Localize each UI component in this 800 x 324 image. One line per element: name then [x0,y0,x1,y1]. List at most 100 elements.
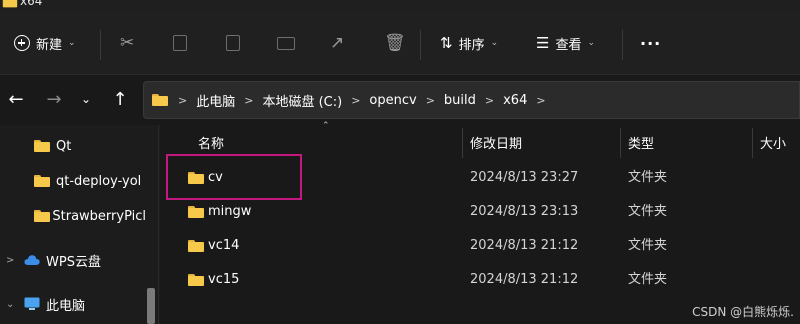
column-header-size[interactable]: 大小 [760,125,786,159]
file-name: mingw [208,204,252,219]
breadcrumb-opencv[interactable]: opencv [369,93,416,108]
sidebar-item-label: qt-deploy-yol [56,173,142,189]
trash-icon: 🗑 [384,33,406,53]
watermark: CSDN @白熊烁烁. [692,305,794,319]
file-type: 文件夹 [628,204,668,219]
column-header-type[interactable]: 类型 [628,125,654,159]
sidebar-item-label: WPS云盘 [46,254,101,270]
folder-icon [152,94,168,106]
command-bar: 新建 ⌄ ✂ ↗ 🗑 ⇅ 排序 ⌄ ☰ 查看 ⌄ ··· [0,12,800,75]
breadcrumb-build[interactable]: build [444,93,476,108]
file-date: 2024/8/13 21:12 [470,238,579,253]
cut-button[interactable]: ✂ [120,12,134,74]
file-type: 文件夹 [628,272,668,287]
folder-icon [2,0,18,8]
arrow-right-icon: → [46,88,62,110]
scissors-icon: ✂ [120,33,135,53]
breadcrumb-separator: > [536,93,546,107]
file-type: 文件夹 [628,238,668,253]
column-divider[interactable] [462,128,463,158]
sidebar-item-strawberry[interactable]: StrawberryPicl [0,201,146,231]
pane-divider[interactable] [158,125,159,324]
sidebar-item-wps-cloud[interactable]: > WPS云盘 [0,245,146,275]
column-divider[interactable] [752,128,753,158]
paste-button[interactable] [226,12,240,74]
toolbar-divider [100,30,101,60]
column-divider[interactable] [620,128,621,158]
recent-locations-button[interactable]: ⌄ [72,85,100,113]
column-header-label: 修改日期 [470,136,523,152]
annotation-highlight-box [166,154,302,200]
folder-icon [34,175,50,187]
toolbar-divider [420,30,421,60]
column-header-label: 大小 [760,136,787,152]
chevron-right-icon[interactable]: > [6,255,14,266]
breadcrumb-x64[interactable]: x64 [503,93,527,108]
chevron-down-icon[interactable]: ⌄ [6,299,14,310]
sidebar-item-this-pc[interactable]: ⌄ 此电脑 [0,289,146,319]
copy-button[interactable] [173,12,187,74]
rename-button[interactable] [277,12,295,74]
view-button[interactable]: ☰ 查看 ⌄ [536,12,595,74]
sidebar-item-qt-deploy[interactable]: qt-deploy-yol [0,166,146,196]
share-icon: ↗ [330,33,345,53]
column-header-label: 名称 [198,136,225,152]
computer-icon [24,297,40,310]
breadcrumb-local-disk[interactable]: 本地磁盘 (C:) [262,91,342,110]
sidebar-item-label: StrawberryPicl [52,208,146,224]
view-label: 查看 [555,37,582,53]
back-button[interactable]: ← [2,85,30,113]
new-button[interactable]: 新建 ⌄ [14,12,76,74]
sort-label: 排序 [458,37,485,53]
breadcrumb-separator: > [351,93,361,107]
view-icon: ☰ [536,34,550,52]
sidebar-item-qt[interactable]: Qt [0,131,146,161]
column-header-date[interactable]: 修改日期 [470,125,522,159]
file-row-vc14[interactable]: vc14 2024/8/13 21:12 文件夹 [160,229,800,263]
delete-button[interactable]: 🗑 [384,12,406,74]
column-header-label: 类型 [628,136,655,152]
more-button[interactable]: ··· [640,12,661,74]
file-date: 2024/8/13 21:12 [470,272,579,287]
window-title: x64 [20,0,43,8]
chevron-down-icon: ⌄ [68,38,76,48]
file-row-vc15[interactable]: vc15 2024/8/13 21:12 文件夹 [160,263,800,297]
chevron-down-icon: ⌄ [80,92,92,106]
more-icon: ··· [640,33,662,53]
copy-icon [173,35,187,51]
folder-icon [188,206,204,218]
folder-icon [34,210,51,222]
forward-button[interactable]: → [40,85,68,113]
cloud-icon [24,255,40,265]
address-bar[interactable]: > 此电脑 > 本地磁盘 (C:) > opencv > build > x64… [143,81,800,119]
share-button[interactable]: ↗ [330,12,344,74]
file-row-mingw[interactable]: mingw 2024/8/13 23:13 文件夹 [160,195,800,229]
sidebar-item-label: Qt [56,138,72,154]
sidebar-scrollbar-thumb[interactable] [147,288,155,324]
up-button[interactable]: ↑ [106,85,134,113]
folder-icon [188,274,204,286]
sort-button[interactable]: ⇅ 排序 ⌄ [440,12,498,74]
chevron-down-icon: ⌄ [490,38,499,48]
file-type: 文件夹 [628,170,668,185]
file-date: 2024/8/13 23:27 [470,170,579,185]
new-label: 新建 [36,37,63,53]
sidebar-item-label: 此电脑 [46,298,86,314]
arrow-up-icon: ↑ [112,88,128,110]
file-date: 2024/8/13 23:13 [470,204,579,219]
sort-icon: ⇅ [440,34,453,52]
rename-icon [277,36,295,50]
sort-ascending-icon: ⌃ [322,121,330,131]
clipboard-icon [226,35,240,51]
file-name: vc15 [208,272,240,287]
plus-icon [14,35,30,51]
breadcrumb-separator: > [244,93,254,107]
breadcrumb-this-pc[interactable]: 此电脑 [196,91,235,110]
breadcrumb-separator: > [178,93,188,107]
navigation-bar: ← → ⌄ ↑ > 此电脑 > 本地磁盘 (C:) > opencv > bui… [0,75,800,125]
title-bar: x64 [0,0,800,12]
breadcrumb-separator: > [425,93,435,107]
arrow-left-icon: ← [8,88,24,110]
file-name: vc14 [208,238,240,253]
folder-icon [34,140,50,152]
